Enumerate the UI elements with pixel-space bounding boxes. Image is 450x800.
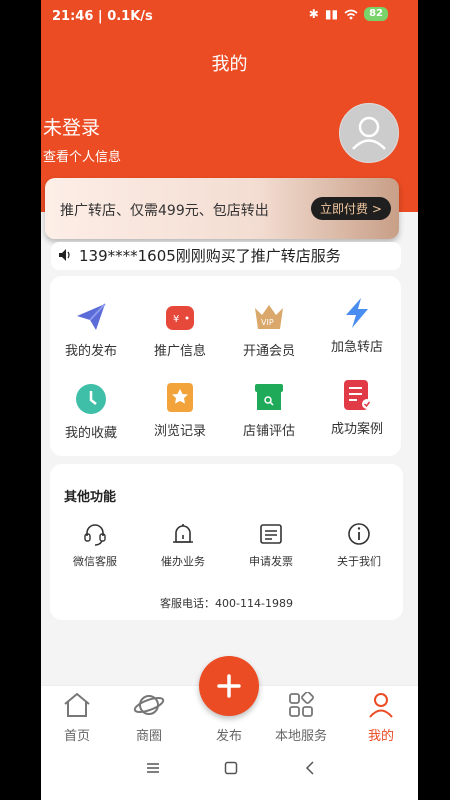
urge-business-button[interactable]: 催办业务: [144, 521, 222, 569]
svg-text:¥: ¥: [173, 314, 179, 325]
status-network-speed: 0.1K/s: [107, 9, 153, 24]
feature-label: 成功案例: [330, 422, 383, 437]
feature-label: 我的发布: [64, 344, 117, 359]
phone-screen: 21:46 | 0.1K/s ✱ ▮▮ 82 我的 未登录 查看个人信息 推广转…: [41, 0, 418, 800]
feature-membership[interactable]: VIP 开通会员: [229, 300, 309, 359]
document-check-icon: [344, 380, 372, 410]
battery-indicator: 82: [364, 7, 388, 21]
clock-icon: [76, 384, 106, 414]
bell-icon: [173, 524, 193, 543]
headset-icon: [84, 524, 106, 546]
feature-urgent-transfer[interactable]: 加急转店: [317, 296, 397, 355]
avatar[interactable]: [339, 103, 399, 163]
feature-label: 我的收藏: [64, 426, 117, 441]
home-icon: [64, 692, 90, 717]
status-time: 21:46: [52, 9, 94, 24]
status-bar: 21:46 | 0.1K/s ✱ ▮▮ 82: [41, 0, 418, 32]
system-navigation-bar: [41, 742, 418, 800]
back-chevron-icon: [305, 761, 314, 775]
login-label[interactable]: 未登录: [43, 113, 100, 140]
ticker-message: 139****1605刚刚购买了推广转店服务: [79, 247, 341, 265]
promo-banner[interactable]: 推广转店、仅需499元、包店转出 立即付费 >: [45, 178, 399, 239]
back-nav-button[interactable]: [304, 760, 318, 779]
feature-label: 浏览记录: [153, 424, 206, 439]
vip-crown-icon: VIP: [255, 305, 283, 329]
other-item-label: 催办业务: [161, 555, 205, 568]
feature-label: 加急转店: [330, 340, 383, 355]
svg-text:VIP: VIP: [261, 318, 274, 327]
other-item-label: 微信客服: [73, 555, 117, 568]
wechat-service-button[interactable]: 微信客服: [56, 521, 134, 569]
paper-plane-icon: [77, 303, 106, 330]
feature-store-evaluation[interactable]: 店铺评估: [229, 380, 309, 439]
user-avatar-icon: [352, 116, 386, 150]
store-search-icon: [255, 384, 283, 410]
about-us-button[interactable]: 关于我们: [320, 521, 398, 569]
user-icon: [369, 693, 393, 718]
square-home-icon: [224, 761, 238, 775]
feature-success-cases[interactable]: 成功案例: [317, 378, 397, 437]
feature-promo-info[interactable]: ¥ 推广信息: [140, 300, 220, 359]
wallet-icon: ¥: [166, 306, 194, 330]
other-item-label: 申请发票: [249, 555, 293, 568]
apply-invoice-button[interactable]: 申请发票: [232, 521, 310, 569]
menu-icon: [147, 763, 159, 773]
feature-label: 推广信息: [153, 344, 206, 359]
tab-home[interactable]: 首页: [42, 692, 112, 744]
invoice-icon: [260, 524, 282, 544]
feature-my-posts[interactable]: 我的发布: [51, 300, 131, 359]
feature-label: 开通会员: [242, 344, 295, 359]
customer-service-phone[interactable]: 客服电话：400-114-1989: [50, 595, 403, 611]
purchase-ticker: 139****1605刚刚购买了推广转店服务: [51, 242, 401, 270]
star-bookmark-icon: [167, 383, 193, 412]
info-icon: [348, 523, 370, 545]
bluetooth-icon: ✱: [308, 7, 319, 21]
view-profile-link[interactable]: 查看个人信息: [43, 146, 121, 165]
apps-icon: [289, 691, 314, 717]
wifi-icon: [344, 9, 358, 19]
feature-grid: 我的发布 ¥ 推广信息 VIP 开通会员 加急转店 我的收藏 浏览记录 店铺评估: [50, 276, 401, 456]
page-title: 我的: [211, 54, 248, 75]
feature-browse-history[interactable]: 浏览记录: [140, 380, 220, 439]
lightning-icon: [346, 298, 368, 328]
signal-icon: ▮▮: [324, 7, 339, 21]
other-functions-card: 其他功能 微信客服 催办业务 申请发票 关于我们 客服电话：400-114-19…: [50, 464, 403, 620]
plus-icon: [217, 674, 241, 698]
publish-plus-button[interactable]: [199, 656, 259, 716]
tab-publish[interactable]: 发布: [194, 722, 264, 744]
menu-nav-button[interactable]: [146, 760, 160, 779]
planet-icon: [133, 695, 165, 715]
tab-local-service[interactable]: 本地服务: [266, 691, 336, 744]
tab-business-circle[interactable]: 商圈: [114, 692, 184, 744]
tab-mine[interactable]: 我的: [346, 692, 416, 744]
other-item-label: 关于我们: [337, 555, 381, 568]
home-nav-button[interactable]: [224, 760, 238, 779]
feature-favorites[interactable]: 我的收藏: [51, 382, 131, 441]
promo-text: 推广转店、仅需499元、包店转出: [60, 203, 269, 219]
speaker-icon: [59, 249, 70, 261]
pay-now-button[interactable]: 立即付费 >: [311, 197, 391, 220]
feature-label: 店铺评估: [242, 424, 295, 439]
other-functions-heading: 其他功能: [64, 490, 117, 505]
